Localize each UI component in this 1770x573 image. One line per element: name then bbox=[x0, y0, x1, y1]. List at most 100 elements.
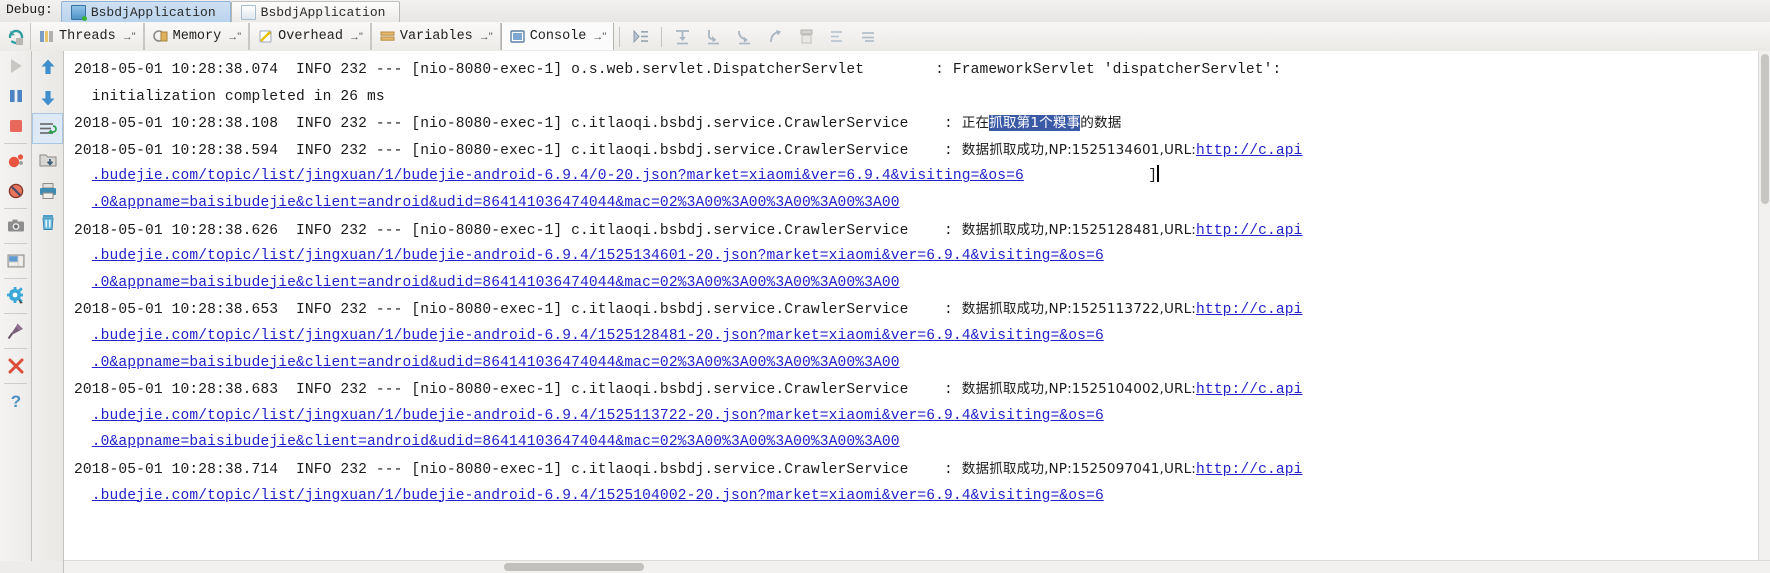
tab-threads[interactable]: Threads →" bbox=[30, 23, 144, 50]
console-text-segment: 数据抓取成功,NP:1525128481,URL: bbox=[961, 221, 1196, 238]
stop-icon[interactable] bbox=[0, 111, 31, 141]
debug-session-tab-0[interactable]: BsbdjApplication bbox=[60, 1, 231, 22]
tab-pin-arrow-icon[interactable]: →" bbox=[349, 31, 363, 43]
step-over-icon[interactable] bbox=[667, 23, 698, 50]
console-url-link[interactable]: .budejie.com/topic/list/jingxuan/1/budej… bbox=[92, 248, 1104, 264]
console-text-segment bbox=[74, 355, 92, 371]
tab-pin-arrow-icon[interactable]: →" bbox=[122, 31, 136, 43]
debug-session-tab-label: BsbdjApplication bbox=[260, 4, 386, 20]
console-horizontal-scrollbar[interactable] bbox=[64, 560, 1770, 573]
tab-overhead[interactable]: Overhead →" bbox=[249, 23, 371, 50]
console-text-segment bbox=[74, 248, 92, 264]
force-step-into-icon[interactable] bbox=[729, 23, 760, 50]
console-text-segment: 2018-05-01 10:28:38.108 INFO 232 --- [ni… bbox=[74, 116, 962, 133]
rail-divider bbox=[4, 313, 27, 314]
console-url-link[interactable]: http://c.api bbox=[1196, 462, 1303, 478]
console-line: .budejie.com/topic/list/jingxuan/1/budej… bbox=[74, 323, 1759, 350]
rail-divider bbox=[4, 348, 27, 349]
console-url-link[interactable]: http://c.api bbox=[1196, 143, 1303, 159]
console-url-link[interactable]: .budejie.com/topic/list/jingxuan/1/budej… bbox=[92, 408, 1104, 424]
debug-session-icon bbox=[70, 4, 87, 21]
close-icon[interactable] bbox=[0, 351, 31, 381]
soft-wrap-icon[interactable] bbox=[32, 113, 63, 144]
camera-icon[interactable] bbox=[0, 211, 31, 241]
console-text-segment bbox=[74, 168, 92, 184]
rail-divider bbox=[4, 243, 27, 244]
console-text[interactable]: 2018-05-01 10:28:38.074 INFO 232 --- [ni… bbox=[64, 51, 1759, 509]
console-line: 2018-05-01 10:28:38.108 INFO 232 --- [ni… bbox=[74, 110, 1759, 137]
vertical-scrollbar-thumb[interactable] bbox=[1761, 54, 1769, 204]
evaluate-expression-icon[interactable] bbox=[853, 23, 884, 50]
console-icon bbox=[509, 29, 525, 44]
console-text-segment: 数据抓取成功,NP:1525134601,URL: bbox=[961, 141, 1196, 158]
memory-icon bbox=[152, 29, 168, 44]
run-session-icon bbox=[240, 4, 256, 20]
horizontal-scrollbar-thumb[interactable] bbox=[504, 563, 644, 571]
console-text-segment: initialization completed in 26 ms bbox=[74, 88, 385, 105]
console-vertical-scrollbar[interactable] bbox=[1758, 51, 1770, 561]
console-url-link[interactable]: .budejie.com/topic/list/jingxuan/1/budej… bbox=[92, 488, 1104, 504]
console-output-panel[interactable]: 2018-05-01 10:28:38.074 INFO 232 --- [ni… bbox=[64, 51, 1759, 561]
layout-icon[interactable] bbox=[0, 246, 31, 276]
toolbar-divider bbox=[619, 26, 621, 47]
show-execution-point-icon[interactable] bbox=[625, 23, 656, 50]
console-url-link[interactable]: .0&appname=baisibudejie&client=android&u… bbox=[92, 355, 900, 371]
console-text-segment: 的数据 bbox=[1080, 115, 1122, 132]
tab-pin-arrow-icon[interactable]: →" bbox=[479, 31, 493, 43]
tab-memory[interactable]: Memory →" bbox=[143, 23, 250, 50]
resume-program-icon[interactable] bbox=[0, 51, 31, 81]
text-caret bbox=[1157, 165, 1160, 183]
console-url-link[interactable]: .budejie.com/topic/list/jingxuan/1/budej… bbox=[92, 328, 1104, 344]
console-line: 2018-05-01 10:28:38.074 INFO 232 --- [ni… bbox=[74, 57, 1759, 84]
tab-console[interactable]: Console →" bbox=[500, 23, 615, 50]
console-url-link[interactable]: http://c.api bbox=[1196, 302, 1303, 318]
console-url-link[interactable]: .0&appname=baisibudejie&client=android&u… bbox=[92, 275, 900, 291]
tab-memory-label: Memory bbox=[172, 29, 222, 44]
console-text-segment bbox=[74, 408, 92, 424]
rail-divider bbox=[4, 143, 27, 144]
console-line: 2018-05-01 10:28:38.653 INFO 232 --- [ni… bbox=[74, 296, 1759, 323]
settings-icon[interactable] bbox=[0, 281, 31, 311]
pin-tab-icon[interactable] bbox=[0, 316, 31, 346]
toolbar-divider bbox=[661, 26, 663, 47]
console-text-segment: 2018-05-01 10:28:38.594 INFO 232 --- [ni… bbox=[74, 142, 962, 159]
tab-threads-label: Threads bbox=[59, 29, 116, 44]
tab-pin-arrow-icon[interactable]: →" bbox=[227, 31, 241, 43]
print-icon[interactable] bbox=[32, 175, 63, 206]
open-in-editor-icon[interactable] bbox=[32, 144, 63, 175]
console-url-link[interactable]: http://c.api bbox=[1196, 223, 1303, 239]
tab-pin-arrow-icon[interactable]: →" bbox=[592, 31, 606, 43]
console-url-link[interactable]: .0&appname=baisibudejie&client=android&u… bbox=[92, 434, 900, 450]
view-breakpoints-icon[interactable] bbox=[0, 146, 31, 176]
step-into-icon[interactable] bbox=[698, 23, 729, 50]
run-to-cursor-icon[interactable] bbox=[822, 23, 853, 50]
console-text-segment: 2018-05-01 10:28:38.653 INFO 232 --- [ni… bbox=[74, 302, 962, 319]
svg-text:?: ? bbox=[10, 392, 20, 411]
help-icon[interactable]: ? bbox=[0, 386, 31, 416]
step-out-icon[interactable] bbox=[760, 23, 791, 50]
rail-divider bbox=[4, 208, 27, 209]
scroll-up-icon[interactable] bbox=[32, 51, 63, 82]
rerun-icon[interactable] bbox=[0, 23, 30, 50]
console-url-link[interactable]: .budejie.com/topic/list/jingxuan/1/budej… bbox=[92, 168, 1024, 184]
overhead-icon bbox=[258, 29, 273, 44]
pause-program-icon[interactable] bbox=[0, 81, 31, 111]
debug-actions-rail: ? bbox=[0, 51, 32, 573]
drop-frame-icon[interactable] bbox=[791, 23, 822, 50]
debug-tool-window-header: Debug: BsbdjApplication BsbdjApplication bbox=[0, 0, 1770, 23]
scroll-down-icon[interactable] bbox=[32, 82, 63, 113]
console-actions-rail bbox=[32, 51, 64, 573]
console-url-link[interactable]: http://c.api bbox=[1196, 382, 1303, 398]
debug-session-tab-1[interactable]: BsbdjApplication bbox=[230, 1, 401, 22]
clear-all-icon[interactable] bbox=[32, 206, 63, 237]
tab-variables[interactable]: Variables →" bbox=[370, 23, 501, 50]
mute-breakpoints-icon[interactable] bbox=[0, 176, 31, 206]
tab-variables-label: Variables bbox=[399, 29, 473, 44]
console-text-segment: 2018-05-01 10:28:38.626 INFO 232 --- [ni… bbox=[74, 222, 962, 239]
rail-divider bbox=[4, 383, 27, 384]
console-text-segment: 数据抓取成功,NP:1525104002,URL: bbox=[961, 381, 1196, 398]
scrollbar-corner bbox=[0, 561, 63, 573]
console-url-link[interactable]: .0&appname=baisibudejie&client=android&u… bbox=[92, 195, 900, 211]
debug-label: Debug: bbox=[6, 2, 53, 17]
console-line: .0&appname=baisibudejie&client=android&u… bbox=[74, 429, 1759, 456]
